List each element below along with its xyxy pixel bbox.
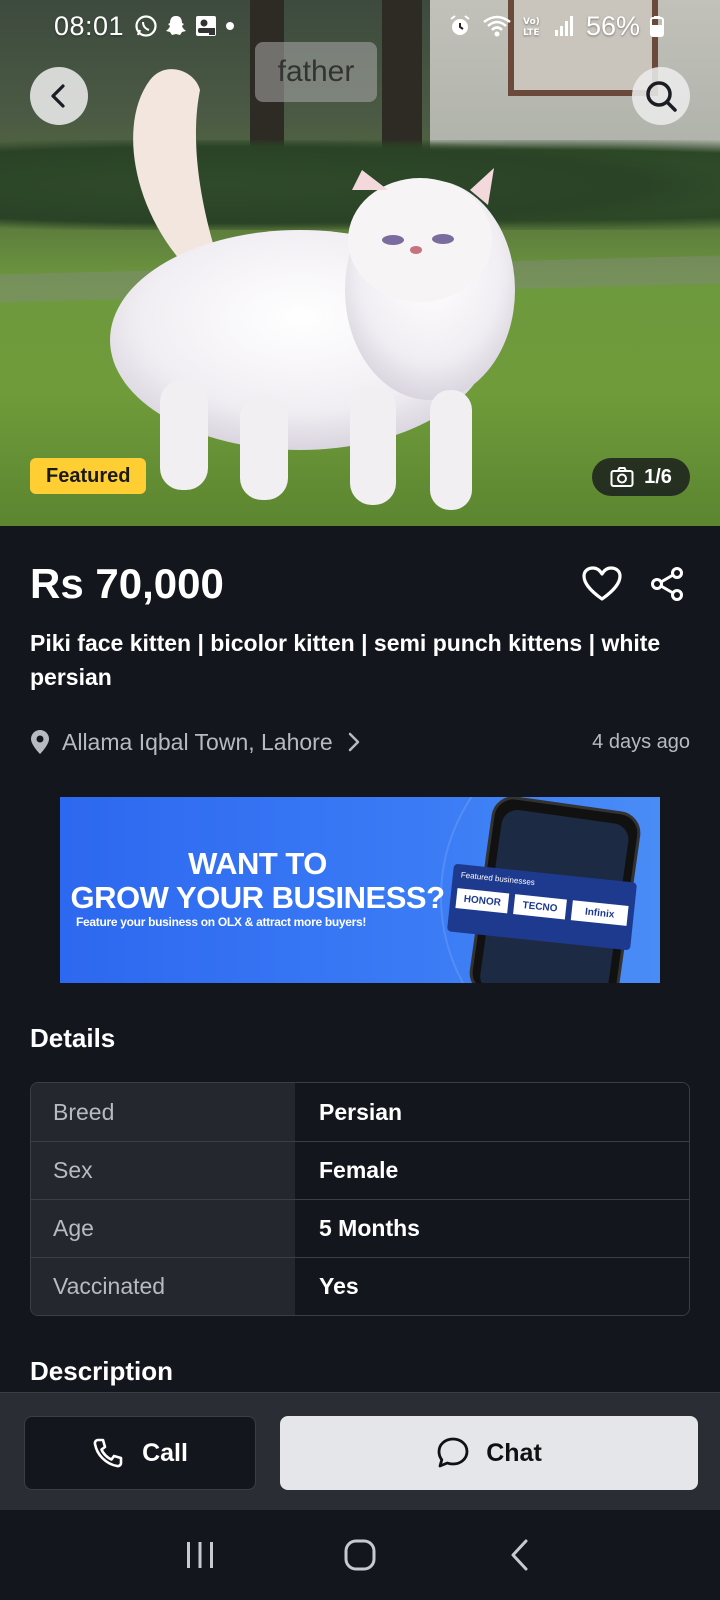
promo-banner[interactable]: WANT TO GROW YOUR BUSINESS? Feature your… <box>60 797 660 983</box>
location-text: Allama Iqbal Town, Lahore <box>62 728 333 755</box>
details-row: Age 5 Months <box>31 1199 689 1257</box>
whatsapp-icon <box>134 14 158 38</box>
chevron-right-icon <box>348 732 359 752</box>
details-row: Breed Persian <box>31 1083 689 1141</box>
back-arrow-icon <box>511 1539 528 1571</box>
details-value: Female <box>295 1142 689 1199</box>
heart-icon <box>582 566 622 601</box>
photo-counter[interactable]: 1/6 <box>592 458 690 496</box>
details-value: Yes <box>295 1258 689 1315</box>
chat-bubble-icon <box>437 1437 469 1468</box>
alarm-icon <box>448 14 472 38</box>
search-icon <box>646 81 677 112</box>
dot-icon <box>224 14 236 38</box>
home-icon <box>344 1539 376 1571</box>
banner-headline: WANT TO GROW YOUR BUSINESS? <box>60 847 455 915</box>
search-button[interactable] <box>632 67 690 125</box>
details-value: 5 Months <box>295 1200 689 1257</box>
banner-headline-line2: GROW YOUR BUSINESS? <box>70 880 445 915</box>
details-heading: Details <box>30 1023 116 1053</box>
svg-text:LTE: LTE <box>523 28 540 38</box>
image-watermark: father <box>255 42 377 102</box>
featured-badge: Featured <box>30 458 147 494</box>
details-label: Age <box>31 1200 295 1257</box>
banner-featured-label: Featured businesses <box>460 870 536 888</box>
contact-card-icon <box>194 14 218 38</box>
snapchat-icon <box>164 14 188 38</box>
recent-apps-button[interactable] <box>170 1525 230 1585</box>
call-button[interactable]: Call <box>24 1416 256 1490</box>
listing-price: Rs 70,000 <box>30 560 224 607</box>
location-pin-icon <box>31 730 49 754</box>
share-icon <box>651 567 683 601</box>
camera-icon <box>610 467 634 487</box>
chat-label: Chat <box>486 1438 542 1467</box>
details-label: Sex <box>31 1142 295 1199</box>
back-button[interactable] <box>30 67 88 125</box>
system-navigation-bar <box>0 1510 720 1600</box>
banner-subline: Feature your business on OLX & attract m… <box>76 915 367 929</box>
details-value: Persian <box>295 1083 689 1141</box>
share-button[interactable] <box>645 562 689 606</box>
listing-title: Piki face kitten | bicolor kitten | semi… <box>30 630 661 690</box>
details-label: Breed <box>31 1083 295 1141</box>
brand-logo: Infinix <box>570 900 629 926</box>
brand-logo: TECNO <box>513 894 567 920</box>
recent-apps-icon <box>187 1542 213 1568</box>
home-button[interactable] <box>330 1525 390 1585</box>
chevron-left-icon <box>51 84 65 108</box>
wifi-icon <box>482 14 512 38</box>
svg-text:Vo): Vo) <box>523 17 540 27</box>
battery-percent: 56% <box>585 10 640 41</box>
brand-logo: HONOR <box>455 888 510 914</box>
details-row: Vaccinated Yes <box>31 1257 689 1315</box>
battery-icon <box>650 14 664 38</box>
status-time: 08:01 <box>54 10 125 41</box>
details-row: Sex Female <box>31 1141 689 1199</box>
banner-headline-line1: WANT TO <box>188 846 327 881</box>
signal-icon <box>554 14 576 38</box>
action-bar: Call Chat <box>0 1392 720 1510</box>
volte-icon: Vo) LTE <box>522 14 544 38</box>
details-label: Vaccinated <box>31 1258 295 1315</box>
system-back-button[interactable] <box>490 1525 550 1585</box>
location-row[interactable]: Allama Iqbal Town, Lahore 4 days ago <box>30 722 690 762</box>
chat-button[interactable]: Chat <box>280 1416 698 1490</box>
details-table: Breed Persian Sex Female Age 5 Months Va… <box>30 1082 690 1316</box>
call-label: Call <box>142 1438 188 1467</box>
phone-icon <box>93 1438 123 1468</box>
posted-time: 4 days ago <box>592 730 690 753</box>
photo-counter-text: 1/6 <box>644 465 672 488</box>
favorite-button[interactable] <box>580 562 624 606</box>
description-heading: Description <box>30 1356 174 1386</box>
